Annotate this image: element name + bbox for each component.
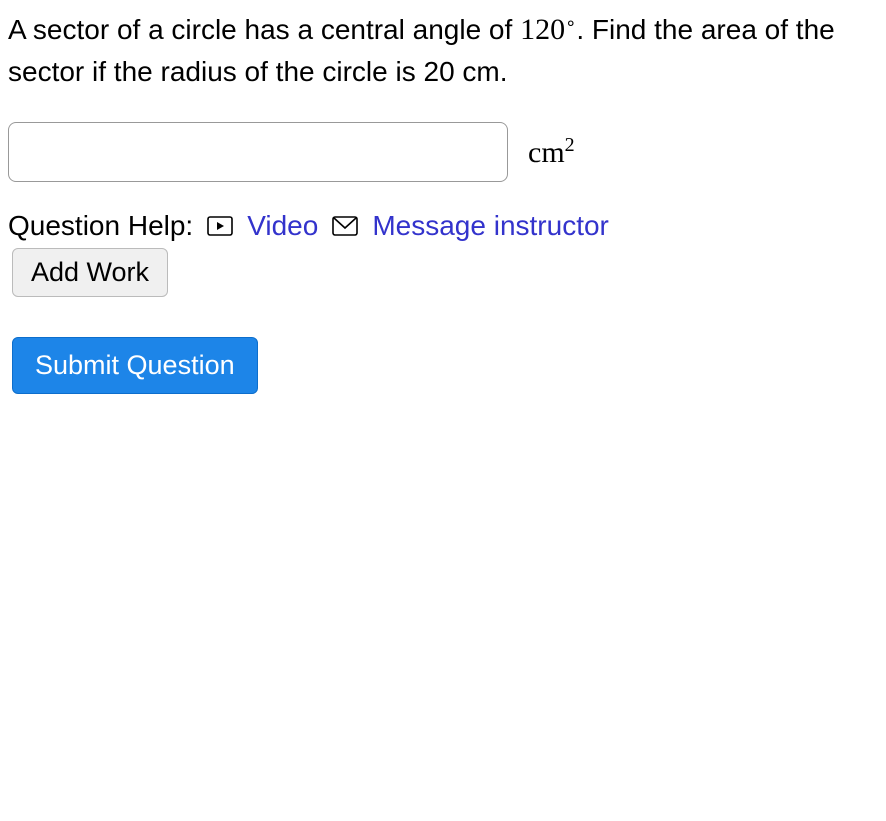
angle-value: 120	[520, 13, 565, 46]
question-help-row: Question Help: Video Message instructor	[8, 210, 878, 242]
answer-input[interactable]	[8, 122, 508, 182]
video-link[interactable]: Video	[247, 210, 318, 242]
video-icon	[207, 215, 233, 237]
unit-base: cm	[528, 136, 565, 169]
answer-row: cm2	[8, 122, 878, 182]
question-part1: A sector of a circle has a central angle…	[8, 14, 520, 45]
question-text: A sector of a circle has a central angle…	[8, 8, 878, 92]
add-work-button[interactable]: Add Work	[12, 248, 168, 297]
submit-question-button[interactable]: Submit Question	[12, 337, 258, 394]
degree-symbol: ∘	[565, 13, 576, 33]
question-help-label: Question Help:	[8, 210, 193, 242]
unit-exponent: 2	[565, 134, 575, 156]
message-instructor-link[interactable]: Message instructor	[372, 210, 609, 242]
unit-label: cm2	[528, 134, 575, 170]
envelope-icon	[332, 215, 358, 237]
